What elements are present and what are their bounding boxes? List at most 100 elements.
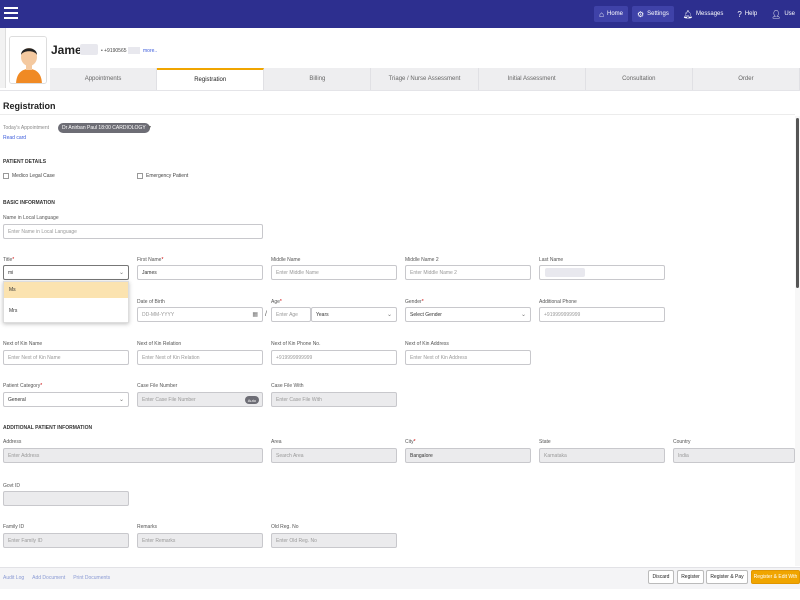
area-label: Area [271, 439, 282, 445]
tab-consultation[interactable]: Consultation [585, 68, 693, 90]
calendar-icon[interactable]: ▦ [252, 311, 258, 318]
menu-icon[interactable] [4, 7, 18, 19]
more-link[interactable]: more.. [143, 48, 157, 54]
age-input[interactable]: Enter Age [271, 307, 311, 322]
discard-button[interactable]: Discard [648, 570, 674, 584]
additional-info-heading: ADDITIONAL PATIENT INFORMATION [3, 425, 93, 431]
case-with-input[interactable]: Enter Case File With [271, 392, 397, 407]
patient-category-select[interactable]: General ⌄ [3, 392, 129, 407]
first-name-label: First Name* [137, 257, 164, 263]
settings-button[interactable]: ⚙ Settings [632, 6, 674, 22]
auto-badge[interactable]: Auto [244, 396, 259, 404]
nok-relation-input[interactable]: Enter Next of Kin Relation [137, 350, 263, 365]
remarks-label: Remarks [137, 524, 158, 530]
register-button[interactable]: Register [677, 570, 704, 584]
nok-name-input[interactable]: Enter Next of Kin Name [3, 350, 129, 365]
nok-address-label: Next of Kin Address [405, 341, 449, 347]
local-name-label: Name in Local Language [3, 215, 59, 221]
slash-separator: / [265, 311, 267, 318]
city-input[interactable]: Bangalore [405, 448, 531, 463]
middle-name2-input[interactable]: Enter Middle Name 2 [405, 265, 531, 280]
title-divider [0, 114, 795, 115]
medico-legal-checkbox[interactable]: Medico Legal Case [3, 173, 55, 179]
audit-log-link[interactable]: Audit Log [3, 575, 24, 581]
middle-name-label: Middle Name [271, 257, 301, 263]
old-reg-input[interactable]: Enter Old Reg. No [271, 533, 397, 548]
alt-phone-input[interactable]: +919999999999 [539, 307, 665, 322]
register-pay-button[interactable]: Register & Pay [706, 570, 748, 584]
govt-id-label: Govt ID [3, 483, 20, 489]
middle-name-input[interactable]: Enter Middle Name [271, 265, 397, 280]
tab-registration[interactable]: Registration [157, 68, 265, 90]
home-button[interactable]: ⌂ Home [594, 6, 628, 22]
title-select[interactable]: mi ⌄ [3, 265, 129, 280]
nok-name-label: Next of Kin Name [3, 341, 43, 347]
tab-billing[interactable]: Billing [264, 68, 372, 90]
title-label: Title* [3, 257, 15, 263]
top-nav: ⌂ Home ⚙ Settings 🔔︎ Messages ? Help 👤︎ Use [594, 0, 800, 28]
nok-relation-label: Next of Kin Relation [137, 341, 182, 347]
checkbox-box[interactable] [137, 173, 143, 179]
footer-links: Audit Log Add Document Print Documents [3, 575, 110, 581]
local-name-input[interactable]: Enter Name in Local Language [3, 224, 263, 239]
age-unit-select[interactable]: Years ⌄ [311, 307, 397, 322]
scrollbar-thumb[interactable] [796, 118, 799, 288]
gear-icon: ⚙ [637, 9, 645, 19]
title-option[interactable]: Ms [4, 282, 128, 298]
side-strip[interactable] [0, 28, 6, 88]
nok-phone-label: Next of Kin Phone No. [271, 341, 321, 347]
old-reg-label: Old Reg. No [271, 524, 299, 530]
basic-info-heading: BASIC INFORMATION [3, 200, 55, 206]
title-dropdown: Ms Mrs [3, 281, 129, 323]
register-edit-button[interactable]: Register & Edit Wth [751, 570, 800, 584]
phone-redacted [128, 47, 140, 54]
middle-name2-label: Middle Name 2 [405, 257, 439, 263]
avatar [9, 36, 47, 84]
top-bar: ⌂ Home ⚙ Settings 🔔︎ Messages ? Help 👤︎ Use [0, 0, 800, 28]
help-icon: ? [737, 9, 742, 19]
tab-order[interactable]: Order [692, 68, 800, 90]
user-icon: 👤︎ [771, 9, 782, 19]
family-id-input[interactable]: Enter Family ID [3, 533, 129, 548]
tab-initial-assessment[interactable]: Initial Assessment [478, 68, 586, 90]
tab-appointments[interactable]: Appointments [50, 68, 158, 90]
gender-select[interactable]: Select Gender ⌄ [405, 307, 531, 322]
gender-label: Gender* [405, 299, 424, 305]
header-divider [0, 90, 800, 91]
chevron-down-icon: ⌄ [520, 312, 526, 318]
nok-address-input[interactable]: Enter Next of Kin Address [405, 350, 531, 365]
appointment-chip[interactable]: Dr Anirban Paul 18:00 CARDIOLOGY [58, 123, 150, 133]
last-name-redacted [545, 268, 585, 277]
address-label: Address [3, 439, 22, 445]
nok-phone-input[interactable]: +919999999999 [271, 350, 397, 365]
print-documents-link[interactable]: Print Documents [73, 575, 110, 581]
dob-input[interactable]: DD-MM-YYYY ▦ [137, 307, 263, 322]
address-input[interactable]: Enter Address [3, 448, 263, 463]
country-label: Country [673, 439, 691, 445]
first-name-input[interactable]: James [137, 265, 263, 280]
patient-details-heading: PATIENT DETAILS [3, 159, 47, 165]
add-document-link[interactable]: Add Document [32, 575, 65, 581]
today-appointment-label: Today's Appointment [3, 125, 49, 131]
chevron-down-icon: ⌄ [118, 397, 124, 403]
messages-button[interactable]: 🔔︎ Messages [678, 6, 729, 22]
case-file-input[interactable]: Enter Case File Number Auto [137, 392, 263, 407]
checkbox-box[interactable] [3, 173, 9, 179]
area-input[interactable]: Search Area [271, 448, 397, 463]
country-input[interactable]: India [673, 448, 795, 463]
user-menu[interactable]: 👤︎ Use [766, 6, 800, 22]
case-with-label: Case File With [271, 383, 304, 389]
age-label: Age* [271, 299, 282, 305]
remarks-input[interactable]: Enter Remarks [137, 533, 263, 548]
emergency-checkbox[interactable]: Emergency Patient [137, 173, 188, 179]
state-label: State [539, 439, 551, 445]
chevron-down-icon[interactable]: ▾ [148, 124, 151, 131]
dob-label: Date of Birth [137, 299, 165, 305]
read-card-link[interactable]: Read card [3, 135, 26, 141]
state-input[interactable]: Karnataka [539, 448, 665, 463]
title-option[interactable]: Mrs [4, 298, 128, 324]
last-name-label: Last Name [539, 257, 564, 263]
govt-id-input[interactable] [3, 491, 129, 506]
help-button[interactable]: ? Help [732, 6, 762, 22]
tab-triage[interactable]: Triage / Nurse Assessment [371, 68, 479, 90]
